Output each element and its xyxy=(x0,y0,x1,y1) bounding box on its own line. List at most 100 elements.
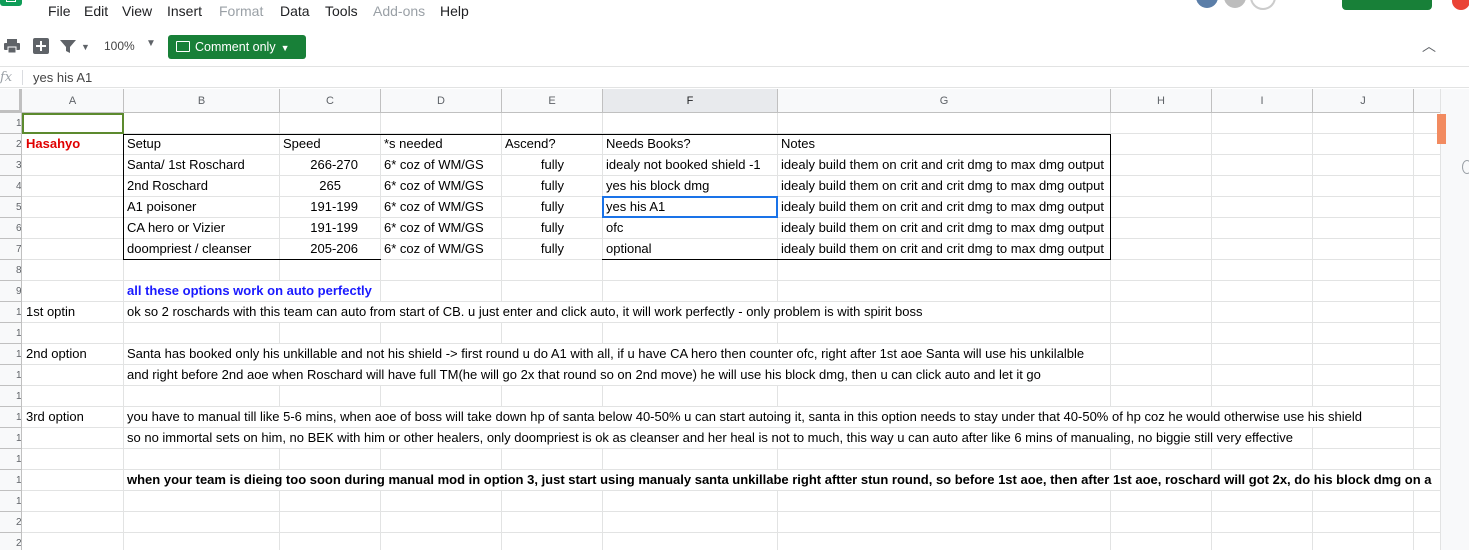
account-avatar[interactable] xyxy=(1452,0,1469,10)
column-header-f[interactable]: F xyxy=(603,89,778,113)
cell-speed[interactable]: 265 xyxy=(280,176,380,196)
cell-speed[interactable]: 191-199 xyxy=(280,197,380,217)
column-header-k[interactable] xyxy=(1414,89,1440,113)
share-button[interactable] xyxy=(1342,0,1432,10)
row-header[interactable]: 5 xyxy=(0,197,22,218)
cell-a15[interactable]: 3rd option xyxy=(23,407,123,427)
row-header[interactable]: 7 xyxy=(0,239,22,260)
cell-stars[interactable]: 6* coz of WM/GS xyxy=(381,239,501,259)
header-notes[interactable]: Notes xyxy=(778,134,1110,154)
header-setup[interactable]: Setup xyxy=(124,134,279,154)
cell-b12[interactable]: Santa has booked only his unkillable and… xyxy=(124,344,1085,364)
spreadsheet-grid[interactable]: A B C D E F G H I J 1 2 3 4 5 6 7 8 9 10… xyxy=(0,89,1440,550)
sheets-logo-icon[interactable] xyxy=(0,0,22,6)
row-header[interactable]: 17 xyxy=(0,449,22,470)
cell-ascend[interactable]: fully xyxy=(502,155,602,175)
chevron-down-icon[interactable]: ▼ xyxy=(146,38,156,49)
cell-books[interactable]: ofc xyxy=(603,218,777,238)
row-header[interactable]: 1 xyxy=(0,113,22,134)
cell-books[interactable]: optional xyxy=(603,239,777,259)
collaborator-avatars[interactable] xyxy=(1194,0,1284,10)
row-header[interactable]: 15 xyxy=(0,407,22,428)
cell-b16[interactable]: so no immortal sets on him, no BEK with … xyxy=(124,428,1293,448)
row-header[interactable]: 13 xyxy=(0,365,22,386)
print-icon[interactable] xyxy=(4,39,20,53)
cell-notes[interactable]: idealy build them on crit and crit dmg t… xyxy=(778,218,1110,238)
column-header-c[interactable]: C xyxy=(280,89,381,113)
menu-format[interactable]: Format xyxy=(219,3,263,19)
row-header[interactable]: 8 xyxy=(0,260,22,281)
cell-f5-selection[interactable] xyxy=(602,196,778,218)
chevron-down-icon[interactable]: ▼ xyxy=(81,39,90,55)
cell-notes[interactable]: idealy build them on crit and crit dmg t… xyxy=(778,155,1110,175)
cell-setup[interactable]: A1 poisoner xyxy=(124,197,279,217)
header-needs-books[interactable]: Needs Books? xyxy=(603,134,777,154)
cell-a1-selection[interactable] xyxy=(22,113,124,134)
cell-b13[interactable]: and right before 2nd aoe when Roschard w… xyxy=(124,365,1041,385)
menu-help[interactable]: Help xyxy=(440,3,469,19)
row-header[interactable]: 2 xyxy=(0,134,22,155)
column-header-i[interactable]: I xyxy=(1212,89,1313,113)
cell-ascend[interactable]: fully xyxy=(502,218,602,238)
column-header-j[interactable]: J xyxy=(1313,89,1414,113)
cell-a10[interactable]: 1st optin xyxy=(23,302,123,322)
cell-b18[interactable]: when your team is dieing too soon during… xyxy=(124,470,1432,490)
cell-notes[interactable]: idealy build them on crit and crit dmg t… xyxy=(778,239,1110,259)
cell-stars[interactable]: 6* coz of WM/GS xyxy=(381,176,501,196)
row-header[interactable]: 19 xyxy=(0,491,22,512)
column-header-b[interactable]: B xyxy=(124,89,280,113)
row-header[interactable]: 14 xyxy=(0,386,22,407)
column-header-h[interactable]: H xyxy=(1111,89,1212,113)
menu-data[interactable]: Data xyxy=(280,3,310,19)
row-header[interactable]: 9 xyxy=(0,281,22,302)
header-stars-needed[interactable]: *s needed xyxy=(381,134,501,154)
row-header[interactable]: 10 xyxy=(0,302,22,323)
scrollbar-thumb[interactable] xyxy=(1437,114,1446,144)
cell-b9[interactable]: all these options work on auto perfectly xyxy=(124,281,372,301)
cell-stars[interactable]: 6* coz of WM/GS xyxy=(381,197,501,217)
avatar[interactable] xyxy=(1194,0,1220,10)
row-header[interactable]: 6 xyxy=(0,218,22,239)
row-header[interactable]: 21 xyxy=(0,533,22,550)
cell-a12[interactable]: 2nd option xyxy=(23,344,123,364)
formula-input[interactable]: yes his A1 xyxy=(33,70,92,85)
cell-setup[interactable]: Santa/ 1st Roschard xyxy=(124,155,279,175)
cell-ascend[interactable]: fully xyxy=(502,176,602,196)
side-panel-icon[interactable] xyxy=(1462,160,1469,174)
cell-notes[interactable]: idealy build them on crit and crit dmg t… xyxy=(778,197,1110,217)
cell-setup[interactable]: 2nd Roschard xyxy=(124,176,279,196)
select-all-corner[interactable] xyxy=(0,89,22,113)
cell-ascend[interactable]: fully xyxy=(502,239,602,259)
zoom-select[interactable]: 100% xyxy=(104,39,135,53)
row-header[interactable]: 20 xyxy=(0,512,22,533)
row-header[interactable]: 11 xyxy=(0,323,22,344)
menu-view[interactable]: View xyxy=(122,3,152,19)
menu-tools[interactable]: Tools xyxy=(325,3,358,19)
column-header-g[interactable]: G xyxy=(778,89,1111,113)
cell-a2[interactable]: Hasahyo xyxy=(23,134,123,154)
cell-b10[interactable]: ok so 2 roschards with this team can aut… xyxy=(124,302,923,322)
avatar[interactable] xyxy=(1222,0,1248,10)
cell-setup[interactable]: doompriest / cleanser xyxy=(124,239,279,259)
cell-speed[interactable]: 205-206 xyxy=(280,239,380,259)
row-header[interactable]: 3 xyxy=(0,155,22,176)
header-speed[interactable]: Speed xyxy=(280,134,380,154)
avatar[interactable] xyxy=(1250,0,1276,10)
row-header[interactable]: 18 xyxy=(0,470,22,491)
add-icon[interactable] xyxy=(33,38,49,54)
comment-only-button[interactable]: Comment only ▼ xyxy=(168,35,306,59)
cell-books[interactable]: yes his block dmg xyxy=(603,176,777,196)
row-header[interactable]: 16 xyxy=(0,428,22,449)
row-header[interactable]: 12 xyxy=(0,344,22,365)
cell-speed[interactable]: 266-270 xyxy=(280,155,380,175)
row-header[interactable]: 4 xyxy=(0,176,22,197)
menu-insert[interactable]: Insert xyxy=(167,3,202,19)
column-header-e[interactable]: E xyxy=(502,89,603,113)
cell-setup[interactable]: CA hero or Vizier xyxy=(124,218,279,238)
cell-books[interactable]: idealy not booked shield -1 xyxy=(603,155,777,175)
cell-ascend[interactable]: fully xyxy=(502,197,602,217)
vertical-scrollbar[interactable] xyxy=(1440,89,1469,550)
cell-b15[interactable]: you have to manual till like 5-6 mins, w… xyxy=(124,407,1363,427)
header-ascend[interactable]: Ascend? xyxy=(502,134,602,154)
column-header-d[interactable]: D xyxy=(381,89,502,113)
